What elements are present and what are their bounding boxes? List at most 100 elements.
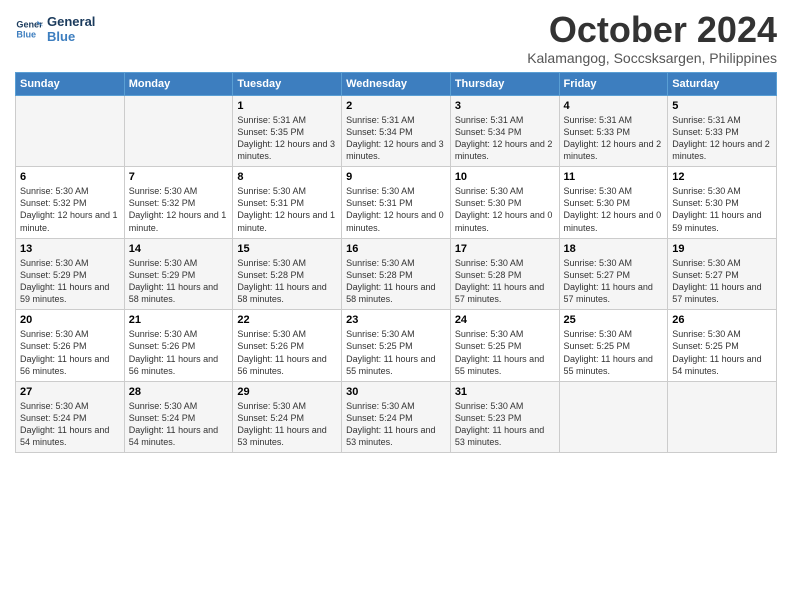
day-info: Sunrise: 5:30 AM Sunset: 5:26 PM Dayligh… [129, 328, 229, 377]
calendar-header: SundayMondayTuesdayWednesdayThursdayFrid… [16, 72, 777, 95]
day-info: Sunrise: 5:31 AM Sunset: 5:34 PM Dayligh… [455, 114, 555, 163]
logo: General Blue General Blue [15, 14, 95, 44]
day-number: 14 [129, 243, 229, 255]
day-cell: 24 Sunrise: 5:30 AM Sunset: 5:25 PM Dayli… [450, 310, 559, 382]
day-cell: 25 Sunrise: 5:30 AM Sunset: 5:25 PM Dayli… [559, 310, 668, 382]
title-block: October 2024 Kalamangog, Soccsksargen, P… [527, 10, 777, 66]
day-number: 7 [129, 171, 229, 183]
logo-line1: General [47, 14, 95, 29]
day-number: 12 [672, 171, 772, 183]
day-cell: 31 Sunrise: 5:30 AM Sunset: 5:23 PM Dayli… [450, 381, 559, 453]
day-cell: 18 Sunrise: 5:30 AM Sunset: 5:27 PM Dayli… [559, 238, 668, 310]
day-cell [16, 95, 125, 167]
day-cell: 21 Sunrise: 5:30 AM Sunset: 5:26 PM Dayli… [124, 310, 233, 382]
day-cell: 9Sunrise: 5:30 AM Sunset: 5:31 PM Daylig… [342, 167, 451, 239]
day-cell: 23 Sunrise: 5:30 AM Sunset: 5:25 PM Dayli… [342, 310, 451, 382]
week-row-4: 20 Sunrise: 5:30 AM Sunset: 5:26 PM Dayli… [16, 310, 777, 382]
day-number: 4 [564, 100, 664, 112]
day-cell: 27Sunrise: 5:30 AM Sunset: 5:24 PM Dayli… [16, 381, 125, 453]
logo-line2: Blue [47, 29, 95, 44]
day-info: Sunrise: 5:30 AM Sunset: 5:28 PM Dayligh… [346, 257, 446, 306]
day-number: 24 [455, 314, 555, 326]
day-number: 28 [129, 386, 229, 398]
header-cell-saturday: Saturday [668, 72, 777, 95]
page-header: General Blue General Blue October 2024 K… [15, 10, 777, 66]
day-info: Sunrise: 5:30 AM Sunset: 5:25 PM Dayligh… [346, 328, 446, 377]
day-number: 25 [564, 314, 664, 326]
day-number: 21 [129, 314, 229, 326]
day-number: 16 [346, 243, 446, 255]
day-info: Sunrise: 5:30 AM Sunset: 5:29 PM Dayligh… [20, 257, 120, 306]
day-cell: 30 Sunrise: 5:30 AM Sunset: 5:24 PM Dayli… [342, 381, 451, 453]
day-cell: 1Sunrise: 5:31 AM Sunset: 5:35 PM Daylig… [233, 95, 342, 167]
header-cell-wednesday: Wednesday [342, 72, 451, 95]
day-info: Sunrise: 5:30 AM Sunset: 5:28 PM Dayligh… [237, 257, 337, 306]
day-number: 6 [20, 171, 120, 183]
day-cell: 22Sunrise: 5:30 AM Sunset: 5:26 PM Dayli… [233, 310, 342, 382]
svg-text:Blue: Blue [16, 29, 36, 39]
day-cell: 26Sunrise: 5:30 AM Sunset: 5:25 PM Dayli… [668, 310, 777, 382]
week-row-5: 27 Sunrise: 5:30 AM Sunset: 5:24 PM Dayli… [16, 381, 777, 453]
day-info: Sunrise: 5:30 AM Sunset: 5:32 PM Dayligh… [129, 185, 229, 234]
day-number: 13 [20, 243, 120, 255]
day-number: 31 [455, 386, 555, 398]
day-number: 8 [237, 171, 337, 183]
day-info: Sunrise: 5:30 AM Sunset: 5:32 PM Dayligh… [20, 185, 120, 234]
day-cell: 10 Sunrise: 5:30 AM Sunset: 5:30 PM Dayli… [450, 167, 559, 239]
day-number: 15 [237, 243, 337, 255]
day-info: Sunrise: 5:31 AM Sunset: 5:34 PM Dayligh… [346, 114, 446, 163]
day-info: Sunrise: 5:30 AM Sunset: 5:24 PM Dayligh… [129, 400, 229, 449]
day-number: 2 [346, 100, 446, 112]
day-number: 30 [346, 386, 446, 398]
day-cell: 7 Sunrise: 5:30 AM Sunset: 5:32 PM Daylig… [124, 167, 233, 239]
day-cell [124, 95, 233, 167]
day-cell: 14 Sunrise: 5:30 AM Sunset: 5:29 PM Dayli… [124, 238, 233, 310]
day-info: Sunrise: 5:30 AM Sunset: 5:30 PM Dayligh… [564, 185, 664, 234]
day-info: Sunrise: 5:30 AM Sunset: 5:29 PM Dayligh… [129, 257, 229, 306]
day-number: 18 [564, 243, 664, 255]
day-cell: 13 Sunrise: 5:30 AM Sunset: 5:29 PM Dayli… [16, 238, 125, 310]
day-cell: 8Sunrise: 5:30 AM Sunset: 5:31 PM Daylig… [233, 167, 342, 239]
day-number: 5 [672, 100, 772, 112]
day-cell: 12Sunrise: 5:30 AM Sunset: 5:30 PM Dayli… [668, 167, 777, 239]
day-number: 27 [20, 386, 120, 398]
day-cell: 17 Sunrise: 5:30 AM Sunset: 5:28 PM Dayli… [450, 238, 559, 310]
day-number: 20 [20, 314, 120, 326]
header-cell-friday: Friday [559, 72, 668, 95]
calendar-table: SundayMondayTuesdayWednesdayThursdayFrid… [15, 72, 777, 454]
day-cell: 6 Sunrise: 5:30 AM Sunset: 5:32 PM Daylig… [16, 167, 125, 239]
day-info: Sunrise: 5:30 AM Sunset: 5:28 PM Dayligh… [455, 257, 555, 306]
day-cell: 20 Sunrise: 5:30 AM Sunset: 5:26 PM Dayli… [16, 310, 125, 382]
day-number: 22 [237, 314, 337, 326]
day-info: Sunrise: 5:30 AM Sunset: 5:24 PM Dayligh… [237, 400, 337, 449]
day-info: Sunrise: 5:30 AM Sunset: 5:24 PM Dayligh… [346, 400, 446, 449]
day-info: Sunrise: 5:30 AM Sunset: 5:25 PM Dayligh… [564, 328, 664, 377]
day-info: Sunrise: 5:31 AM Sunset: 5:33 PM Dayligh… [564, 114, 664, 163]
day-cell: 16 Sunrise: 5:30 AM Sunset: 5:28 PM Dayli… [342, 238, 451, 310]
day-info: Sunrise: 5:30 AM Sunset: 5:30 PM Dayligh… [455, 185, 555, 234]
day-cell: 2 Sunrise: 5:31 AM Sunset: 5:34 PM Daylig… [342, 95, 451, 167]
day-info: Sunrise: 5:30 AM Sunset: 5:27 PM Dayligh… [564, 257, 664, 306]
day-number: 23 [346, 314, 446, 326]
day-cell: 15 Sunrise: 5:30 AM Sunset: 5:28 PM Dayli… [233, 238, 342, 310]
logo-icon: General Blue [15, 15, 43, 43]
day-number: 9 [346, 171, 446, 183]
day-number: 11 [564, 171, 664, 183]
day-info: Sunrise: 5:30 AM Sunset: 5:23 PM Dayligh… [455, 400, 555, 449]
day-info: Sunrise: 5:30 AM Sunset: 5:25 PM Dayligh… [455, 328, 555, 377]
day-cell [559, 381, 668, 453]
day-info: Sunrise: 5:31 AM Sunset: 5:33 PM Dayligh… [672, 114, 772, 163]
day-number: 3 [455, 100, 555, 112]
calendar-body: 1Sunrise: 5:31 AM Sunset: 5:35 PM Daylig… [16, 95, 777, 453]
day-cell [668, 381, 777, 453]
header-row: SundayMondayTuesdayWednesdayThursdayFrid… [16, 72, 777, 95]
svg-text:General: General [16, 20, 43, 30]
week-row-3: 13 Sunrise: 5:30 AM Sunset: 5:29 PM Dayli… [16, 238, 777, 310]
day-cell: 29Sunrise: 5:30 AM Sunset: 5:24 PM Dayli… [233, 381, 342, 453]
day-cell: 19Sunrise: 5:30 AM Sunset: 5:27 PM Dayli… [668, 238, 777, 310]
day-info: Sunrise: 5:30 AM Sunset: 5:26 PM Dayligh… [20, 328, 120, 377]
day-number: 1 [237, 100, 337, 112]
day-cell: 11 Sunrise: 5:30 AM Sunset: 5:30 PM Dayli… [559, 167, 668, 239]
day-number: 10 [455, 171, 555, 183]
day-number: 17 [455, 243, 555, 255]
